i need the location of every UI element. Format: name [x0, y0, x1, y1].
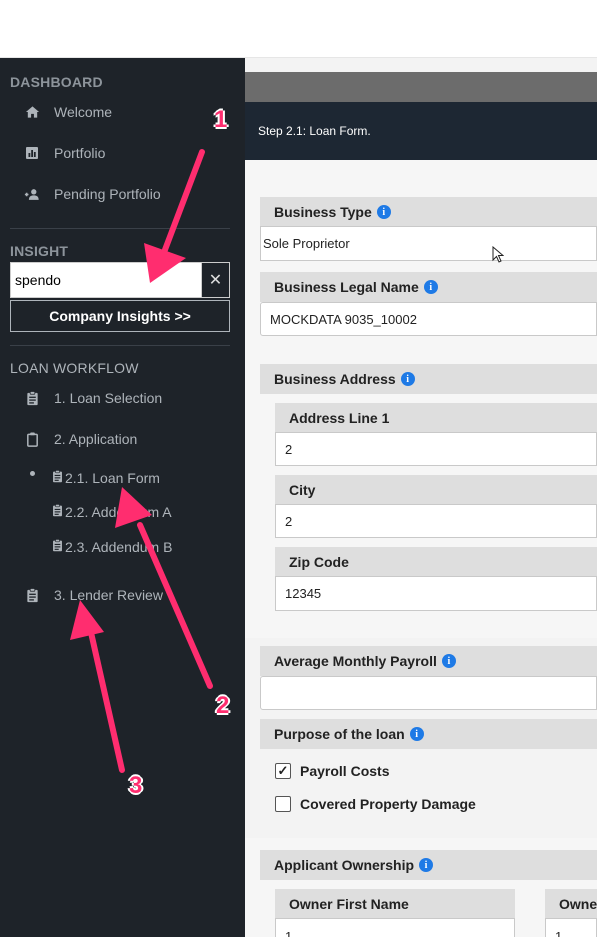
sidebar-subitem-label: 2.1. Loan Form — [65, 470, 160, 486]
info-icon[interactable]: i — [400, 372, 415, 386]
sidebar-subitem-label: 2.2. Addendum A — [65, 504, 172, 520]
business-type-value: Sole Proprietor — [263, 236, 350, 251]
sidebar-item-label: 1. Loan Selection — [54, 390, 163, 406]
city-label-text: City — [289, 482, 316, 498]
clipboard-icon — [24, 431, 40, 447]
business-address-label-text: Business Address — [274, 371, 396, 387]
main-content: Step 2.1: Loan Form. Business Type i Sol… — [245, 58, 597, 937]
address-line-1-label: Address Line 1 — [275, 403, 597, 433]
business-legal-name-value: MOCKDATA 9035_10002 — [270, 311, 417, 327]
loan-workflow-header: LOAN WORKFLOW — [10, 360, 139, 376]
owner-last-name-value: 1 — [555, 929, 563, 937]
info-icon[interactable]: i — [423, 280, 438, 294]
insight-header: INSIGHT — [10, 243, 69, 259]
sidebar-subitem-addendum-a[interactable]: 2.2. Addendum A — [52, 504, 172, 520]
top-header — [0, 0, 597, 58]
applicant-ownership-label: Applicant Ownership i — [260, 850, 597, 880]
sidebar-item-application[interactable]: 2. Application — [24, 431, 137, 447]
purpose-of-loan-label-text: Purpose of the loan — [274, 726, 405, 742]
company-insights-button[interactable]: Company Insights >> — [10, 300, 230, 332]
address-line-1-value: 2 — [285, 441, 293, 457]
home-icon — [24, 104, 40, 120]
purpose-of-loan-label: Purpose of the loan i — [260, 719, 597, 749]
sidebar-item-loan-selection[interactable]: 1. Loan Selection — [24, 390, 162, 406]
mouse-cursor-icon — [492, 246, 504, 263]
annotation-number-2: 2 — [216, 692, 230, 719]
sidebar: DASHBOARD Welcome Portfolio Pending Port… — [0, 58, 245, 937]
sidebar-divider — [10, 345, 230, 346]
zip-code-label: Zip Code — [275, 547, 597, 577]
info-icon[interactable]: i — [376, 205, 391, 219]
owner-first-name-label-text: Owner First Name — [289, 896, 409, 912]
owner-last-name-input[interactable]: 1 — [545, 918, 597, 937]
business-type-label: Business Type i — [260, 197, 597, 227]
covered-property-damage-checkbox[interactable] — [275, 796, 291, 812]
company-search: ✕ — [10, 262, 230, 298]
clear-search-button[interactable]: ✕ — [202, 262, 230, 298]
info-icon[interactable]: i — [409, 727, 424, 741]
sidebar-item-label: 3. Lender Review — [54, 587, 163, 603]
sidebar-subitem-addendum-b[interactable]: 2.3. Addendum B — [52, 539, 172, 555]
average-monthly-payroll-label-text: Average Monthly Payroll — [274, 653, 437, 669]
address-line-1-input[interactable]: 2 — [275, 432, 597, 466]
owner-first-name-label: Owner First Name — [275, 889, 515, 919]
applicant-ownership-label-text: Applicant Ownership — [274, 857, 415, 873]
user-plus-icon — [24, 186, 40, 202]
sidebar-subitem-label: 2.3. Addendum B — [65, 539, 173, 555]
chart-icon — [24, 145, 40, 161]
zip-code-value: 12345 — [285, 586, 322, 601]
active-bullet — [30, 471, 35, 476]
payroll-costs-option[interactable]: ✓ Payroll Costs — [275, 763, 389, 779]
city-value: 2 — [285, 513, 293, 529]
covered-property-damage-label: Covered Property Damage — [300, 796, 476, 812]
sidebar-item-welcome[interactable]: Welcome — [24, 104, 112, 120]
business-address-label: Business Address i — [260, 364, 597, 394]
city-input[interactable]: 2 — [275, 504, 597, 538]
sidebar-item-label: Welcome — [54, 104, 113, 120]
payroll-costs-checkbox[interactable]: ✓ — [275, 763, 291, 779]
owner-first-name-value: 1 — [285, 929, 293, 937]
address-line-1-label-text: Address Line 1 — [289, 410, 390, 426]
owner-last-name-label-text: Owne — [559, 896, 597, 912]
business-legal-name-label-text: Business Legal Name — [274, 279, 419, 295]
average-monthly-payroll-label: Average Monthly Payroll i — [260, 646, 597, 676]
sidebar-item-label: Portfolio — [54, 145, 106, 161]
covered-property-damage-option[interactable]: Covered Property Damage — [275, 796, 476, 812]
clipboard-list-icon — [52, 504, 63, 520]
close-icon: ✕ — [208, 272, 223, 289]
annotation-number-1: 1 — [214, 106, 228, 133]
clipboard-list-icon — [24, 587, 40, 603]
average-monthly-payroll-input[interactable] — [260, 676, 597, 710]
city-label: City — [275, 475, 597, 505]
clipboard-list-icon — [52, 470, 63, 486]
sidebar-item-pending-portfolio[interactable]: Pending Portfolio — [24, 186, 161, 202]
zip-code-input[interactable]: 12345 — [275, 576, 597, 611]
business-type-label-text: Business Type — [274, 204, 372, 220]
company-search-input[interactable] — [10, 262, 202, 298]
owner-first-name-input[interactable]: 1 — [275, 918, 515, 937]
business-legal-name-label: Business Legal Name i — [260, 272, 597, 302]
annotation-number-3: 3 — [129, 772, 143, 799]
sidebar-divider — [10, 228, 230, 229]
sidebar-item-lender-review[interactable]: 3. Lender Review — [24, 587, 163, 603]
info-icon[interactable]: i — [441, 654, 456, 668]
zip-code-label-text: Zip Code — [289, 554, 349, 570]
payroll-costs-label: Payroll Costs — [300, 763, 390, 779]
business-type-select[interactable]: Sole Proprietor — [260, 226, 597, 263]
gray-band — [245, 72, 597, 102]
step-title-bar: Step 2.1: Loan Form. — [245, 102, 597, 160]
sidebar-subitem-loan-form[interactable]: 2.1. Loan Form — [52, 470, 160, 486]
clipboard-list-icon — [24, 390, 40, 406]
sidebar-item-label: Pending Portfolio — [54, 186, 161, 202]
step-title: Step 2.1: Loan Form. — [258, 124, 371, 138]
sidebar-item-label: 2. Application — [54, 431, 138, 447]
owner-last-name-label: Owne — [545, 889, 597, 919]
info-icon[interactable]: i — [419, 858, 434, 872]
business-legal-name-input[interactable]: MOCKDATA 9035_10002 — [260, 302, 597, 336]
dashboard-header: DASHBOARD — [10, 74, 103, 90]
sidebar-item-portfolio[interactable]: Portfolio — [24, 145, 105, 161]
clipboard-list-icon — [52, 539, 63, 555]
